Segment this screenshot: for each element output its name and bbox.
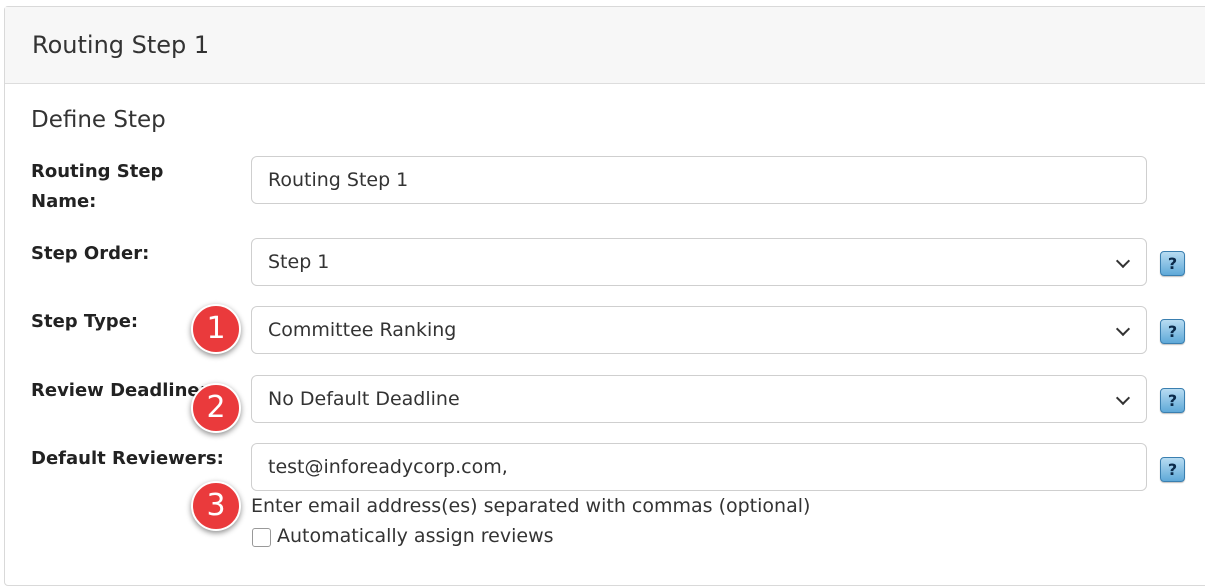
default-reviewers-input[interactable]: [251, 443, 1147, 491]
step-order-select[interactable]: Step 1: [251, 238, 1147, 286]
default-reviewers-label: Default Reviewers:: [31, 448, 224, 469]
callout-badge-3: 3: [191, 481, 241, 531]
step-order-label: Step Order:: [31, 243, 150, 264]
default-reviewers-help-icon[interactable]: ?: [1160, 457, 1185, 482]
auto-assign-checkbox[interactable]: [252, 528, 271, 547]
step-type-value: Committee Ranking: [268, 319, 457, 341]
step-type-select[interactable]: Committee Ranking: [251, 306, 1147, 354]
step-name-label: Routing Step Name:: [31, 157, 163, 217]
default-reviewers-hint: Enter email address(es) separated with c…: [251, 495, 811, 517]
step-type-help-icon[interactable]: ?: [1160, 319, 1185, 344]
chevron-down-icon: [1115, 321, 1131, 337]
step-name-input[interactable]: [251, 156, 1147, 204]
review-deadline-select[interactable]: No Default Deadline: [251, 375, 1147, 423]
step-order-value: Step 1: [268, 251, 330, 273]
step-order-help-icon[interactable]: ?: [1160, 251, 1185, 276]
review-deadline-label: Review Deadline:: [31, 380, 207, 401]
chevron-down-icon: [1115, 390, 1131, 406]
callout-badge-1: 1: [191, 304, 241, 354]
section-title: Define Step: [31, 107, 166, 133]
review-deadline-value: No Default Deadline: [268, 388, 460, 410]
auto-assign-label[interactable]: Automatically assign reviews: [277, 525, 554, 547]
panel-title: Routing Step 1: [32, 31, 210, 59]
chevron-down-icon: [1115, 253, 1131, 269]
callout-badge-2: 2: [191, 383, 241, 433]
panel-header: Routing Step 1: [5, 7, 1205, 84]
step-name-label-line2: Name:: [31, 191, 97, 212]
step-name-label-line1: Routing Step: [31, 161, 164, 182]
review-deadline-help-icon[interactable]: ?: [1160, 388, 1185, 413]
step-type-label: Step Type:: [31, 311, 139, 332]
